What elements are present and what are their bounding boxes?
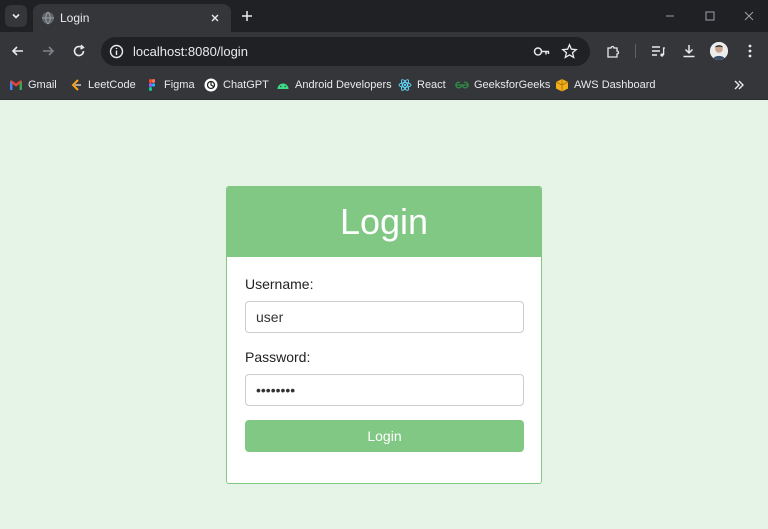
bookmark-label: Figma [164, 79, 195, 91]
bookmark-gmail[interactable]: Gmail [9, 77, 57, 93]
maximize-icon [705, 11, 715, 21]
chevron-down-icon [12, 13, 20, 19]
react-icon [398, 79, 412, 91]
downloads-button[interactable] [679, 41, 699, 61]
playlist-icon [652, 46, 665, 57]
back-button[interactable] [8, 41, 28, 61]
browser-toolbar: localhost:8080/login [0, 32, 768, 70]
media-controls-button[interactable] [648, 41, 668, 61]
bookmark-chatgpt[interactable]: ChatGPT [204, 77, 269, 93]
kebab-menu-icon [748, 44, 752, 58]
bookmark-android-developers[interactable]: Android Developers [276, 77, 392, 93]
profile-avatar[interactable] [710, 42, 728, 60]
site-info-icon[interactable] [109, 44, 124, 59]
bookmark-aws-dashboard[interactable]: AWS Dashboard [555, 77, 656, 93]
forward-button[interactable] [38, 41, 58, 61]
android-icon [277, 83, 289, 89]
tab-search-button[interactable] [5, 5, 27, 27]
maximize-button[interactable] [701, 7, 719, 25]
password-key-icon[interactable] [533, 44, 551, 59]
page-title: Login [339, 201, 429, 242]
close-icon [744, 11, 754, 21]
browser-menu-button[interactable] [740, 41, 760, 61]
extensions-button[interactable] [603, 41, 623, 61]
arrow-right-icon [43, 46, 55, 56]
password-input[interactable] [245, 374, 524, 406]
bookmark-label: ChatGPT [223, 79, 269, 91]
bookmark-label: LeetCode [88, 79, 136, 91]
tab-title: Login [60, 11, 90, 25]
username-label: Username: [245, 276, 314, 292]
leetcode-icon [71, 79, 81, 91]
bookmark-leetcode[interactable]: LeetCode [69, 77, 136, 93]
plus-icon [242, 11, 252, 21]
username-input[interactable] [245, 301, 524, 333]
bookmark-label: Android Developers [295, 79, 392, 91]
bookmark-label: React [417, 79, 446, 91]
tab-bar: Login [0, 0, 768, 32]
gmail-icon [10, 80, 22, 90]
url-text[interactable]: localhost:8080/login [133, 44, 248, 59]
geeksforgeeks-icon [455, 81, 469, 89]
bookmark-react[interactable]: React [398, 77, 446, 93]
avatar-icon [710, 42, 728, 60]
reload-button[interactable] [69, 41, 89, 61]
minimize-button[interactable] [661, 7, 679, 25]
download-icon [683, 45, 695, 58]
toolbar-separator [635, 44, 636, 58]
bookmark-label: GeeksforGeeks [474, 79, 551, 91]
more-bookmarks-button[interactable] [730, 76, 748, 94]
close-tab-button[interactable] [207, 10, 223, 26]
password-label: Password: [245, 349, 311, 365]
chatgpt-icon [204, 78, 218, 92]
bookmark-geeksforgeeks[interactable]: GeeksforGeeks [455, 77, 550, 93]
bookmark-label: AWS Dashboard [574, 79, 656, 91]
new-tab-button[interactable] [238, 7, 256, 25]
login-card: Login Username: Password: Login [226, 186, 542, 484]
active-tab[interactable]: Login [33, 4, 231, 32]
login-header: Login [227, 187, 541, 257]
globe-icon [42, 11, 54, 25]
puzzle-icon [607, 45, 620, 58]
close-icon [211, 14, 219, 22]
chevron-double-right-icon [734, 80, 744, 90]
bookmarks-bar: Gmail LeetCode Figma ChatGPT Android Dev… [0, 70, 768, 100]
arrow-left-icon [11, 46, 23, 56]
minimize-icon [666, 15, 674, 17]
bookmark-figma[interactable]: Figma [145, 77, 195, 93]
bookmark-label: Gmail [28, 79, 57, 91]
aws-icon [555, 79, 569, 92]
bookmark-star-icon[interactable] [561, 43, 578, 60]
figma-icon [149, 79, 156, 91]
address-bar[interactable]: localhost:8080/login [101, 37, 590, 66]
reload-icon [73, 44, 85, 57]
close-window-button[interactable] [740, 7, 758, 25]
login-button[interactable]: Login [245, 420, 524, 452]
